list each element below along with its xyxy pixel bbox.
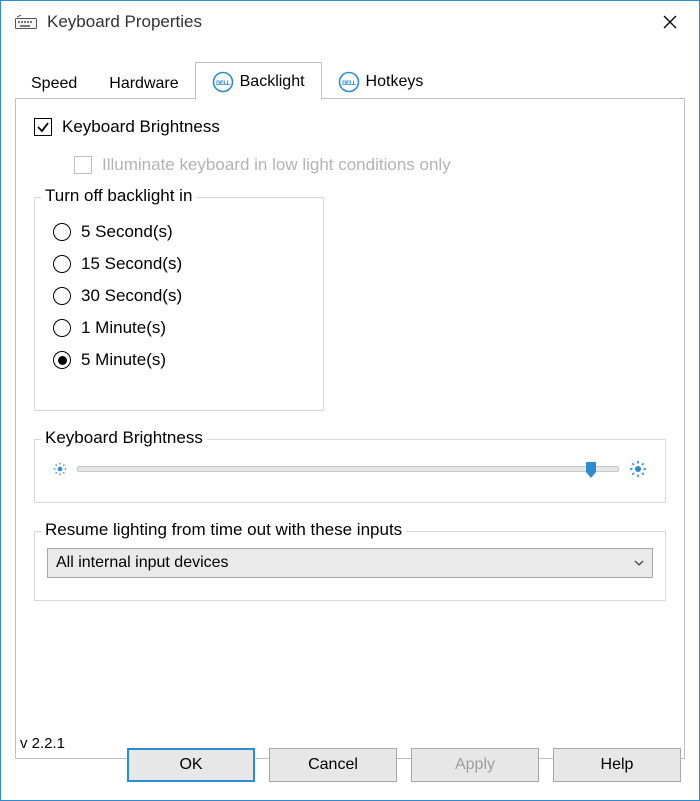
- version-label: v 2.2.1: [20, 735, 65, 752]
- svg-text:DELL: DELL: [342, 81, 357, 87]
- tab-strip: Speed Hardware DELL Backlight DELL Hotke…: [15, 61, 685, 99]
- dialog-button-row: OK Cancel Apply Help: [127, 748, 681, 782]
- groupbox-turn-off-backlight: Turn off backlight in 5 Second(s) 15 Sec…: [34, 197, 324, 411]
- radio-label: 5 Minute(s): [81, 350, 166, 370]
- brightness-low-icon: [53, 462, 67, 476]
- keyboard-icon: [15, 15, 37, 29]
- groupbox-keyboard-brightness-slider: Keyboard Brightness: [34, 439, 666, 503]
- tab-panel-backlight: Keyboard Brightness Illuminate keyboard …: [15, 99, 685, 759]
- button-label: Apply: [455, 756, 495, 774]
- tab-label: Backlight: [240, 73, 305, 91]
- slider-thumb-icon: [585, 461, 597, 479]
- checkbox-low-light: Illuminate keyboard in low light conditi…: [74, 155, 666, 175]
- dell-icon: DELL: [338, 71, 360, 93]
- radio-icon: [53, 351, 71, 369]
- groupbox-legend: Turn off backlight in: [41, 186, 196, 206]
- groupbox-legend: Resume lighting from time out with these…: [41, 520, 406, 540]
- help-button[interactable]: Help: [553, 748, 681, 782]
- groupbox-resume-lighting: Resume lighting from time out with these…: [34, 531, 666, 601]
- checkbox-box-icon: [34, 118, 52, 136]
- resume-input-dropdown[interactable]: All internal input devices: [47, 548, 653, 578]
- checkbox-label: Keyboard Brightness: [62, 117, 220, 137]
- radio-icon: [53, 223, 71, 241]
- checkbox-keyboard-brightness[interactable]: Keyboard Brightness: [34, 117, 666, 137]
- tab-backlight[interactable]: DELL Backlight: [195, 62, 322, 100]
- radio-15-seconds[interactable]: 15 Second(s): [53, 254, 305, 274]
- tab-hotkeys[interactable]: DELL Hotkeys: [322, 65, 440, 99]
- checkbox-label: Illuminate keyboard in low light conditi…: [102, 155, 451, 175]
- svg-text:DELL: DELL: [216, 81, 231, 87]
- button-label: Cancel: [308, 756, 358, 774]
- radio-label: 1 Minute(s): [81, 318, 166, 338]
- tab-label: Hardware: [109, 75, 178, 93]
- close-icon: [663, 15, 677, 29]
- button-label: OK: [179, 756, 202, 774]
- ok-button[interactable]: OK: [127, 748, 255, 782]
- checkbox-box-icon: [74, 156, 92, 174]
- radio-label: 30 Second(s): [81, 286, 182, 306]
- titlebar: Keyboard Properties: [1, 1, 699, 43]
- radio-30-seconds[interactable]: 30 Second(s): [53, 286, 305, 306]
- window-title: Keyboard Properties: [47, 12, 647, 32]
- close-button[interactable]: [647, 6, 693, 38]
- radio-label: 5 Second(s): [81, 222, 173, 242]
- dell-icon: DELL: [212, 71, 234, 93]
- radio-icon: [53, 319, 71, 337]
- brightness-slider[interactable]: [77, 466, 619, 472]
- brightness-high-icon: [629, 460, 647, 478]
- radio-5-seconds[interactable]: 5 Second(s): [53, 222, 305, 242]
- chevron-down-icon: [634, 557, 644, 569]
- apply-button: Apply: [411, 748, 539, 782]
- radio-5-minutes[interactable]: 5 Minute(s): [53, 350, 305, 370]
- tab-hardware[interactable]: Hardware: [93, 69, 194, 99]
- button-label: Help: [601, 756, 634, 774]
- dropdown-value: All internal input devices: [56, 554, 229, 572]
- radio-icon: [53, 255, 71, 273]
- tab-speed[interactable]: Speed: [15, 69, 93, 99]
- tab-label: Speed: [31, 75, 77, 93]
- radio-icon: [53, 287, 71, 305]
- radio-1-minute[interactable]: 1 Minute(s): [53, 318, 305, 338]
- tab-label: Hotkeys: [366, 73, 424, 91]
- groupbox-legend: Keyboard Brightness: [41, 428, 207, 448]
- radio-label: 15 Second(s): [81, 254, 182, 274]
- cancel-button[interactable]: Cancel: [269, 748, 397, 782]
